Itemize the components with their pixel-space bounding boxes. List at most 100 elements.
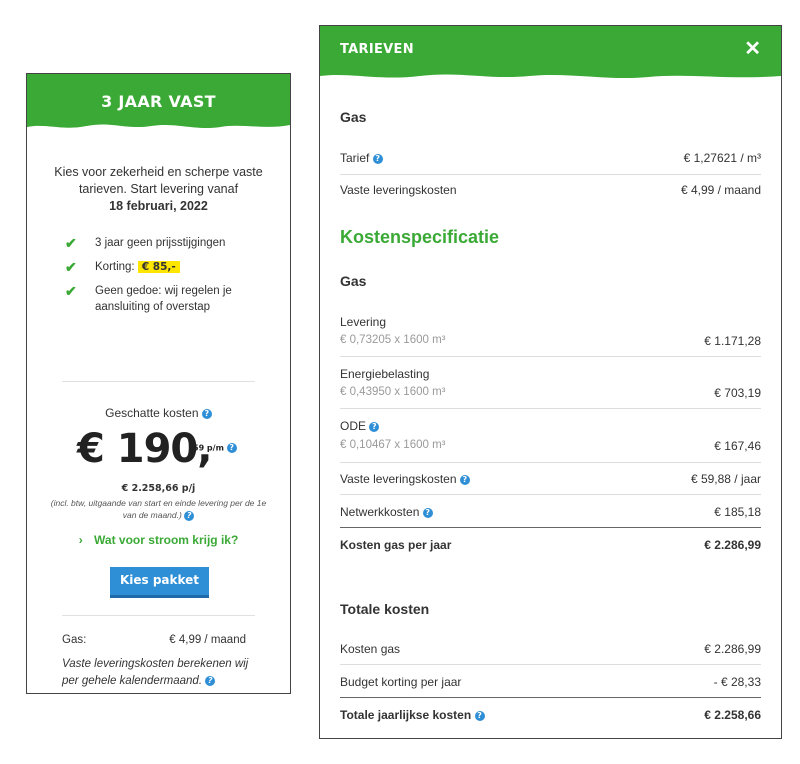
info-icon[interactable]: ? <box>184 510 195 521</box>
fixed-fee-label: Vaste leveringskosten <box>340 183 457 197</box>
ode-value: € 167,46 <box>714 439 761 453</box>
gas-value: € 4,99 / maand <box>169 634 246 646</box>
network-costs-value: € 185,18 <box>714 505 761 519</box>
price-main: € 190, <box>77 426 212 472</box>
energy-tax-calc-row: € 0,43950 x 1600 m³ € 703,19 <box>340 386 761 400</box>
choose-package-button[interactable]: Kies pakket <box>110 567 209 595</box>
product-card: 3 JAAR VAST Kies voor zekerheid en scher… <box>26 73 291 694</box>
feature-text: 3 jaar geen prijsstijgingen <box>95 237 226 249</box>
info-icon[interactable]: ? <box>459 474 470 485</box>
info-icon[interactable]: ? <box>372 153 383 164</box>
energy-tax-value: € 703,19 <box>714 386 761 400</box>
gas-cost-year-row: Kosten gas per jaar € 2.286,99 <box>340 538 761 552</box>
divider <box>340 664 761 665</box>
info-icon[interactable]: ? <box>474 710 485 721</box>
delivery-value: € 1.171,28 <box>704 334 761 348</box>
header-wave <box>27 124 290 135</box>
card-intro: Kies voor zekerheid en scherpe vaste tar… <box>51 164 266 215</box>
gas-label: Gas: <box>62 634 87 646</box>
cost-spec-heading: Kostenspecificatie <box>340 227 500 247</box>
modal-title: TARIEVEN <box>340 42 414 57</box>
divider <box>340 408 761 409</box>
price-sub-text: 59 p/m <box>193 443 224 453</box>
tariffs-modal: TARIEVEN ✕ Gas Tarief ? € 1,27621 / m³ V… <box>319 25 782 739</box>
fixed-fee-value: € 4,99 / maand <box>680 183 761 197</box>
estimated-cost-label: Geschatte kosten ? <box>27 406 290 420</box>
divider <box>62 381 255 382</box>
network-costs-row: Netwerkkosten ? € 185,18 <box>340 505 761 519</box>
intro-text: Kies voor zekerheid en scherpe vaste tar… <box>54 165 263 196</box>
budget-discount-row: Budget korting per jaar - € 28,33 <box>340 675 761 689</box>
feature-item: ✔ 3 jaar geen prijsstijgingen <box>65 235 265 251</box>
billing-note: Vaste leveringskosten berekenen wij per … <box>62 656 262 690</box>
info-icon[interactable]: ? <box>226 443 237 453</box>
spec-gas-heading: Gas <box>340 273 367 289</box>
total-costs-heading: Totale kosten <box>340 601 430 617</box>
divider <box>340 697 761 698</box>
total-annual-value: € 2.258,66 <box>704 708 761 722</box>
fixed-fee-year-row: Vaste leveringskosten ? € 59,88 / jaar <box>340 472 761 486</box>
gas-heading: Gas <box>340 109 367 125</box>
budget-discount-value: - € 28,33 <box>713 675 761 689</box>
delivery-calc-row: € 0,73205 x 1600 m³ € 1.171,28 <box>340 334 761 348</box>
ode-calc-row: € 0,10467 x 1600 m³ € 167,46 <box>340 439 761 453</box>
power-info-link[interactable]: › Wat voor stroom krijg ik? <box>27 533 290 547</box>
tariff-row: Tarief ? € 1,27621 / m³ <box>340 151 761 165</box>
delivery-row: Levering <box>340 315 387 329</box>
fixed-fee-year-value: € 59,88 / jaar <box>690 472 761 486</box>
header-wave <box>320 74 781 85</box>
ode-calc: € 0,10467 x 1600 m³ <box>340 439 446 451</box>
gas-cost-year-value: € 2.286,99 <box>704 538 761 552</box>
check-icon: ✔ <box>65 283 77 299</box>
tariff-value: € 1,27621 / m³ <box>683 151 761 165</box>
card-title: 3 JAAR VAST <box>101 92 216 111</box>
gas-fee-line: Gas: € 4,99 / maand <box>62 634 246 646</box>
info-icon[interactable]: ? <box>369 421 380 432</box>
check-icon: ✔ <box>65 235 77 251</box>
billing-note-text: Vaste leveringskosten berekenen wij per … <box>62 658 249 687</box>
feature-item: ✔ Geen gedoe: wij regelen je aansluiting… <box>65 283 265 315</box>
fineprint-text: (incl. btw, uitgaande van start en einde… <box>50 498 267 520</box>
total-annual-row: Totale jaarlijkse kosten ? € 2.258,66 <box>340 708 761 722</box>
divider <box>340 494 761 495</box>
feature-list: ✔ 3 jaar geen prijsstijgingen ✔ Korting:… <box>65 235 265 315</box>
gas-costs-row: Kosten gas € 2.286,99 <box>340 642 761 656</box>
ode-label: ODE <box>340 419 367 433</box>
divider <box>340 174 761 175</box>
info-icon[interactable]: ? <box>201 408 212 419</box>
yearly-price: € 2.258,66 p/j <box>121 483 196 494</box>
network-costs-label: Netwerkkosten <box>340 505 420 519</box>
discount-badge: € 85,- <box>137 261 180 273</box>
fixed-fee-year-label: Vaste leveringskosten <box>340 472 457 486</box>
gas-costs-value: € 2.286,99 <box>704 642 761 656</box>
fineprint: (incl. btw, uitgaande van start en einde… <box>47 497 270 521</box>
divider <box>340 527 761 528</box>
info-icon[interactable]: ? <box>205 675 216 686</box>
divider <box>62 615 255 616</box>
tariff-label: Tarief <box>340 151 370 165</box>
start-date: 18 februari, 2022 <box>109 199 208 213</box>
gas-costs-label: Kosten gas <box>340 642 401 656</box>
check-icon: ✔ <box>65 259 77 275</box>
info-icon[interactable]: ? <box>422 507 433 518</box>
modal-header: TARIEVEN ✕ <box>320 26 781 85</box>
budget-discount-label: Budget korting per jaar <box>340 675 462 689</box>
energy-tax-calc: € 0,43950 x 1600 m³ <box>340 386 446 398</box>
fixed-fee-row: Vaste leveringskosten € 4,99 / maand <box>340 183 761 197</box>
gas-cost-year-label: Kosten gas per jaar <box>340 538 452 552</box>
delivery-calc: € 0,73205 x 1600 m³ <box>340 334 446 346</box>
feature-text: Korting: <box>95 261 135 273</box>
ode-row: ODE ? <box>340 419 761 433</box>
total-annual-label: Totale jaarlijkse kosten <box>340 708 472 722</box>
feature-item: ✔ Korting: € 85,- <box>65 259 265 275</box>
estimated-cost-text: Geschatte kosten <box>105 406 199 420</box>
feature-text: Geen gedoe: wij regelen je aansluiting o… <box>95 285 232 313</box>
divider <box>340 356 761 357</box>
price-sub: 59 p/m ? <box>193 443 237 453</box>
card-header: 3 JAAR VAST <box>27 74 290 135</box>
divider <box>340 462 761 463</box>
energy-tax-row: Energiebelasting <box>340 367 430 381</box>
chevron-right-icon: › <box>78 533 83 547</box>
close-icon[interactable]: ✕ <box>744 39 761 59</box>
power-info-link-text[interactable]: Wat voor stroom krijg ik? <box>94 533 238 547</box>
